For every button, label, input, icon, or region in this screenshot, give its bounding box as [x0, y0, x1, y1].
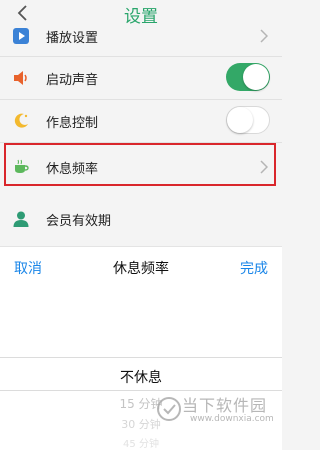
- settings-item-label: 播放设置: [46, 31, 99, 46]
- picker-toolbar: 取消 休息频率 完成: [0, 246, 282, 288]
- page-title: 设置: [124, 7, 158, 27]
- divider: [0, 142, 282, 143]
- settings-item-membership-validity[interactable]: 会员有效期: [0, 199, 282, 238]
- watermark-logo-icon: [157, 397, 181, 421]
- chevron-right-icon: [260, 29, 268, 43]
- picker-option-selected[interactable]: 不休息: [0, 367, 282, 387]
- divider: [0, 56, 282, 57]
- divider: [0, 99, 282, 100]
- settings-list: 播放设置 启动声音 作息控制 休息频率 会员有效期: [0, 28, 282, 238]
- watermark: 当下软件园 www.downxia.com: [150, 392, 280, 432]
- user-icon: [13, 211, 29, 227]
- settings-item-startup-sound: 启动声音: [0, 58, 282, 98]
- picker-selection-line-top: [0, 357, 282, 358]
- toggle-knob: [243, 64, 269, 90]
- startup-sound-toggle[interactable]: [226, 63, 270, 91]
- settings-item-playback[interactable]: 播放设置: [0, 28, 282, 56]
- watermark-brand: 当下软件园: [182, 396, 268, 415]
- picker-option[interactable]: 45 分钟: [0, 435, 282, 450]
- settings-item-label: 作息控制: [46, 116, 99, 131]
- speaker-icon: [14, 71, 27, 85]
- moon-icon: [14, 113, 28, 128]
- settings-item-schedule-control: 作息控制: [0, 101, 282, 141]
- cup-icon: [15, 159, 29, 173]
- chevron-right-icon: [260, 160, 268, 174]
- play-icon: [13, 28, 29, 44]
- settings-item-label: 休息频率: [46, 162, 99, 177]
- watermark-url: www.downxia.com: [190, 414, 274, 424]
- toggle-knob: [227, 107, 253, 133]
- header-bar: 设置: [0, 0, 282, 28]
- settings-item-label: 会员有效期: [46, 214, 112, 229]
- picker-selection-line-bottom: [0, 390, 282, 391]
- schedule-control-toggle[interactable]: [226, 106, 270, 134]
- done-button[interactable]: 完成: [240, 258, 268, 278]
- settings-item-rest-frequency[interactable]: 休息频率: [0, 147, 282, 187]
- settings-item-label: 启动声音: [46, 73, 99, 88]
